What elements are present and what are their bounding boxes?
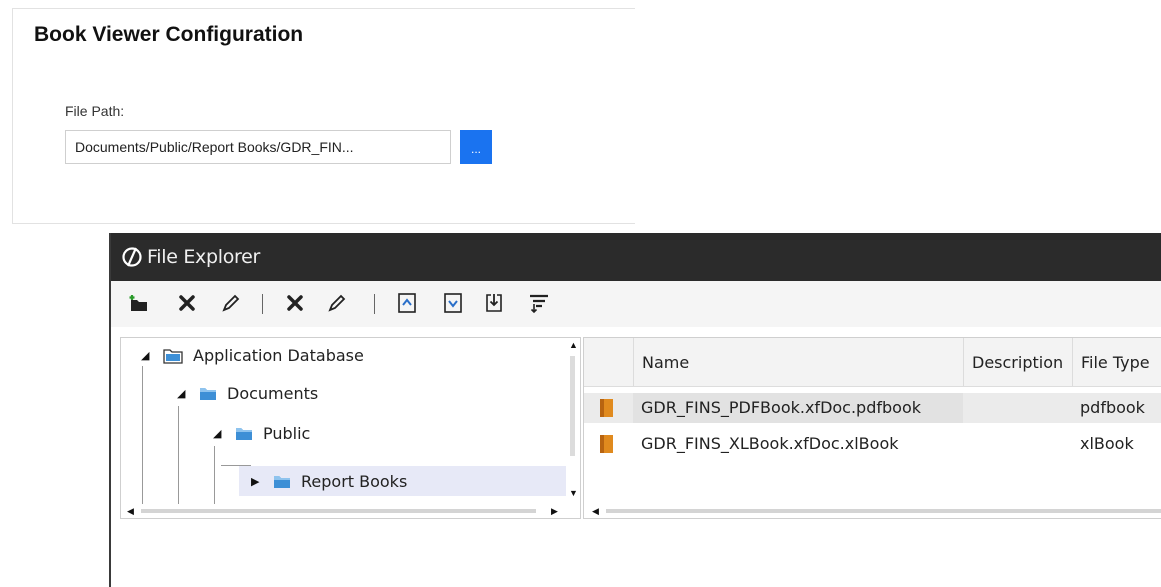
scroll-thumb[interactable] [606,509,1161,513]
tree-item-report-books[interactable]: ▶ Report Books [239,466,571,496]
toolbar-separator [262,294,263,314]
delete-icon[interactable] [175,291,199,315]
book-icon [600,399,613,417]
tree-item-label: Application Database [193,345,364,365]
cell-description [963,393,1072,423]
upload-icon[interactable] [395,291,419,315]
grid-header: Name Description File Type [584,338,1161,387]
delete-file-icon[interactable] [283,291,307,315]
tree-item-label: Public [263,423,311,443]
scroll-left-icon[interactable]: ◀ [127,506,134,517]
file-grid[interactable]: Name Description File Type GDR_FINS_PDFB… [583,337,1161,519]
file-explorer-title: File Explorer [147,246,261,268]
add-folder-icon[interactable] [127,291,151,315]
column-header-file-type[interactable]: File Type [1072,338,1161,386]
grid-horizontal-scrollbar[interactable]: ◀ [584,504,1161,518]
toolbar-separator [374,294,375,314]
tree-guide-line [142,366,143,504]
cell-name: GDR_FINS_XLBook.xfDoc.xlBook [641,434,899,453]
tree-item-public[interactable]: ◢ Public [213,418,310,448]
scroll-left-icon[interactable]: ◀ [592,506,599,517]
tree-item-label: Documents [227,383,319,403]
table-row[interactable]: GDR_FINS_XLBook.xfDoc.xlBook xlBook [584,429,1161,459]
file-path-label: File Path: [65,103,125,119]
folder-icon [236,427,252,440]
tree-item-application-database[interactable]: ◢ Application Database [141,340,364,370]
collapsed-arrow-icon[interactable]: ▶ [251,475,265,488]
tree-horizontal-scrollbar[interactable]: ◀ ▶ [121,504,566,518]
cell-name: GDR_FINS_PDFBook.xfDoc.pdfbook [633,393,963,423]
cell-file-type: pdfbook [1080,398,1145,417]
scroll-down-icon[interactable]: ▼ [569,488,578,498]
folder-icon [274,475,290,488]
scroll-up-icon[interactable]: ▲ [569,340,578,350]
expanded-arrow-icon[interactable]: ◢ [177,387,191,400]
toolbar [111,281,1161,327]
file-explorer-window: File Explorer ◢ Application Database ◢ D… [109,233,1161,587]
database-folder-icon [163,348,183,364]
column-header-name[interactable]: Name [633,338,963,386]
tree-item-documents[interactable]: ◢ Documents [177,378,318,408]
expanded-arrow-icon[interactable]: ◢ [213,427,227,440]
tree-guide-line [178,406,179,504]
scroll-thumb[interactable] [141,509,536,513]
browse-button[interactable]: ... [460,130,492,164]
scroll-right-icon[interactable]: ▶ [551,506,558,517]
book-icon [600,435,613,453]
tree-item-label: Report Books [301,471,408,491]
tree-guide-line [214,446,215,504]
download-icon[interactable] [441,291,465,315]
edit-icon[interactable] [219,291,243,315]
file-explorer-titlebar: File Explorer [111,233,1161,281]
tree-vertical-scrollbar[interactable]: ▲ ▼ [566,338,580,503]
file-path-input[interactable]: Documents/Public/Report Books/GDR_FIN... [65,130,451,164]
book-viewer-config-panel: Book Viewer Configuration File Path: Doc… [12,8,635,224]
folder-icon [200,387,216,400]
page-title: Book Viewer Configuration [34,23,304,46]
cell-description [963,429,1072,459]
filter-icon[interactable] [527,291,551,315]
folder-tree[interactable]: ◢ Application Database ◢ Documents ◢ Pub… [120,337,581,519]
edit-file-icon[interactable] [325,291,349,315]
scroll-thumb[interactable] [570,356,575,456]
table-row[interactable]: GDR_FINS_PDFBook.xfDoc.pdfbook pdfbook [584,393,1161,423]
column-header-icon [584,338,633,386]
column-header-description[interactable]: Description [963,338,1072,386]
cell-file-type: xlBook [1080,434,1134,453]
app-logo-icon [122,247,142,267]
expanded-arrow-icon[interactable]: ◢ [141,349,155,362]
import-icon[interactable] [482,291,506,315]
